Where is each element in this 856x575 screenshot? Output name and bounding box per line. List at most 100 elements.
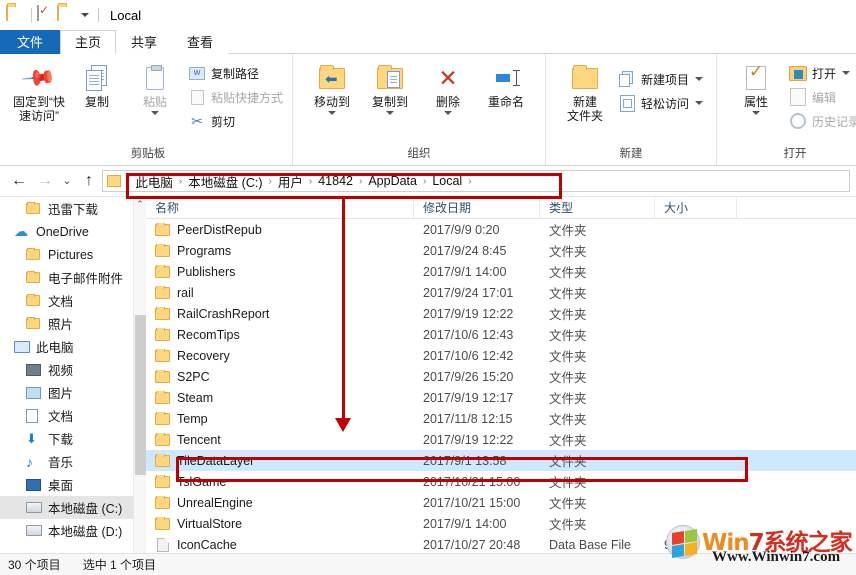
- table-row[interactable]: TileDataLayer 2017/9/1 13:58 文件夹: [146, 450, 856, 471]
- properties-checkbox-icon[interactable]: [37, 5, 55, 24]
- paste-caret-icon[interactable]: [151, 111, 159, 115]
- copy-to-caret-icon[interactable]: [386, 111, 395, 115]
- navigation-scrollbar[interactable]: ⌃ ⌄: [133, 197, 146, 562]
- sidebar-item-6[interactable]: 此电脑: [0, 335, 146, 358]
- breadcrumb-item-appdata[interactable]: AppData: [363, 174, 422, 188]
- cell-name: TslGame: [146, 474, 414, 489]
- folder-icon[interactable]: [6, 5, 24, 24]
- navigation-pane[interactable]: 迅雷下载 ☁ OneDrive Pictures 电子邮件附件 文档 照片 此电脑 视频 图片 文档…: [0, 197, 146, 562]
- move-to-caret-icon[interactable]: [328, 111, 337, 115]
- breadcrumb-item-this-pc[interactable]: 此电脑: [130, 172, 178, 191]
- scroll-up-icon[interactable]: ⌃: [134, 197, 146, 211]
- cell-type: 文件夹: [549, 224, 587, 238]
- delete-button[interactable]: ✕ 删除: [419, 57, 477, 115]
- new-folder-icon[interactable]: [57, 5, 75, 24]
- copy-path-button[interactable]: W 复制路径: [184, 61, 286, 85]
- properties-caret-icon[interactable]: [752, 111, 761, 115]
- delete-icon: ✕: [438, 65, 458, 91]
- breadcrumb[interactable]: › 此电脑 › 本地磁盘 (C:) › 用户 › 41842 › AppData…: [102, 170, 850, 192]
- sidebar-item-1[interactable]: ☁ OneDrive: [0, 220, 146, 243]
- windows-logo-icon: [666, 525, 700, 559]
- paste-shortcut-button[interactable]: 粘贴快捷方式: [184, 85, 286, 109]
- breadcrumb-item-local-disk-c[interactable]: 本地磁盘 (C:): [183, 172, 267, 191]
- forward-button[interactable]: →: [32, 172, 58, 190]
- history-button[interactable]: 历史记录: [785, 109, 856, 133]
- properties-button[interactable]: 属性: [727, 57, 785, 115]
- column-header-name[interactable]: 名称: [146, 196, 414, 219]
- easy-access-button[interactable]: 轻松访问: [614, 91, 706, 115]
- table-row[interactable]: RailCrashReport 2017/9/19 12:22 文件夹: [146, 303, 856, 324]
- sidebar-item-8[interactable]: 图片: [0, 381, 146, 404]
- scrollbar-thumb[interactable]: [135, 315, 146, 475]
- sidebar-item-7[interactable]: 视频: [0, 358, 146, 381]
- table-row[interactable]: Steam 2017/9/19 12:17 文件夹: [146, 387, 856, 408]
- back-button[interactable]: ←: [6, 172, 32, 190]
- file-list-pane[interactable]: 名称 修改日期 类型 大小 PeerDistRepub 2017/9/9 0:20…: [146, 196, 856, 562]
- table-row[interactable]: S2PC 2017/9/26 15:20 文件夹: [146, 366, 856, 387]
- cell-date: 2017/9/24 8:45: [423, 243, 507, 258]
- customize-caret-icon[interactable]: [81, 13, 89, 17]
- breadcrumb-item-local[interactable]: Local: [427, 174, 467, 188]
- rename-button[interactable]: 重命名: [477, 57, 535, 109]
- table-row[interactable]: Publishers 2017/9/1 14:00 文件夹: [146, 261, 856, 282]
- watermark-url: Www.Winwin7.com: [712, 549, 841, 565]
- move-to-label: 移动到: [314, 95, 351, 109]
- new-item-caret-icon[interactable]: [695, 77, 704, 81]
- copy-to-label: 复制到: [372, 95, 409, 109]
- sidebar-item-5[interactable]: 照片: [0, 312, 146, 335]
- ribbon: 📌 固定到“快 速访问” 复制 粘贴 W 复制路径 粘贴快捷方式 ✂ 剪切 剪贴…: [0, 54, 856, 166]
- open-caret-icon[interactable]: [842, 71, 851, 75]
- cell-name: Steam: [146, 390, 414, 405]
- table-row[interactable]: RecomTips 2017/10/6 12:43 文件夹: [146, 324, 856, 345]
- sidebar-item-9[interactable]: 文档: [0, 404, 146, 427]
- copy-button[interactable]: 复制: [68, 57, 126, 109]
- sidebar-item-13[interactable]: 本地磁盘 (C:): [0, 496, 146, 519]
- table-row[interactable]: PeerDistRepub 2017/9/9 0:20 文件夹: [146, 219, 856, 240]
- file-name: Steam: [177, 390, 214, 405]
- table-row[interactable]: TslGame 2017/10/21 15:00 文件夹: [146, 471, 856, 492]
- column-header-date[interactable]: 修改日期: [414, 196, 540, 219]
- sidebar-item-4[interactable]: 文档: [0, 289, 146, 312]
- open-button[interactable]: 打开: [785, 61, 856, 85]
- folder-icon: [155, 495, 170, 509]
- tab-view[interactable]: 查看: [172, 30, 228, 54]
- sidebar-item-label: 下载: [48, 433, 74, 447]
- copy-to-button[interactable]: 复制到: [361, 57, 419, 115]
- breadcrumb-item-users[interactable]: 用户: [273, 172, 308, 191]
- cut-button[interactable]: ✂ 剪切: [184, 109, 286, 133]
- address-bar: ← → ⌄ ↑ › 此电脑 › 本地磁盘 (C:) › 用户 › 41842 ›…: [0, 166, 856, 196]
- column-header-size[interactable]: 大小: [655, 196, 737, 219]
- sidebar-item-14[interactable]: 本地磁盘 (D:): [0, 519, 146, 542]
- pin-to-quick-access-button[interactable]: 📌 固定到“快 速访问”: [10, 57, 68, 123]
- sidebar-item-10[interactable]: ⬇ 下载: [0, 427, 146, 450]
- sidebar-item-0[interactable]: 迅雷下载: [0, 197, 146, 220]
- table-row[interactable]: Recovery 2017/10/6 12:42 文件夹: [146, 345, 856, 366]
- sidebar-item-3[interactable]: 电子邮件附件: [0, 266, 146, 289]
- tab-home[interactable]: 主页: [60, 30, 117, 54]
- breadcrumb-item-41842[interactable]: 41842: [313, 174, 358, 188]
- delete-caret-icon[interactable]: [444, 111, 453, 115]
- table-row[interactable]: Programs 2017/9/24 8:45 文件夹: [146, 240, 856, 261]
- column-header-type[interactable]: 类型: [540, 196, 655, 219]
- new-item-button[interactable]: 新建项目: [614, 67, 706, 91]
- cell-date: 2017/9/1 13:58: [423, 453, 507, 468]
- sidebar-item-12[interactable]: 桌面: [0, 473, 146, 496]
- tab-share[interactable]: 共享: [116, 30, 172, 54]
- table-row[interactable]: rail 2017/9/24 17:01 文件夹: [146, 282, 856, 303]
- sidebar-item-2[interactable]: Pictures: [0, 243, 146, 266]
- ribbon-group-new: 新建 文件夹 新建项目 轻松访问 新建: [546, 54, 718, 165]
- easy-access-caret-icon[interactable]: [695, 101, 704, 105]
- table-row[interactable]: Temp 2017/11/8 12:15 文件夹: [146, 408, 856, 429]
- paste-button[interactable]: 粘贴: [126, 57, 184, 115]
- table-row[interactable]: Tencent 2017/9/19 12:22 文件夹: [146, 429, 856, 450]
- new-folder-button[interactable]: 新建 文件夹: [556, 57, 614, 123]
- tab-file[interactable]: 文件: [0, 30, 61, 54]
- edit-button[interactable]: 编辑: [785, 85, 856, 109]
- sidebar-item-11[interactable]: ♪ 音乐: [0, 450, 146, 473]
- up-button[interactable]: ↑: [76, 172, 102, 190]
- table-row[interactable]: UnrealEngine 2017/10/21 15:00 文件夹: [146, 492, 856, 513]
- breadcrumb-separator: ›: [468, 175, 472, 187]
- desktop-icon: [26, 478, 48, 491]
- recent-locations-button[interactable]: ⌄: [58, 172, 76, 190]
- move-to-button[interactable]: ⬅ 移动到: [303, 57, 361, 115]
